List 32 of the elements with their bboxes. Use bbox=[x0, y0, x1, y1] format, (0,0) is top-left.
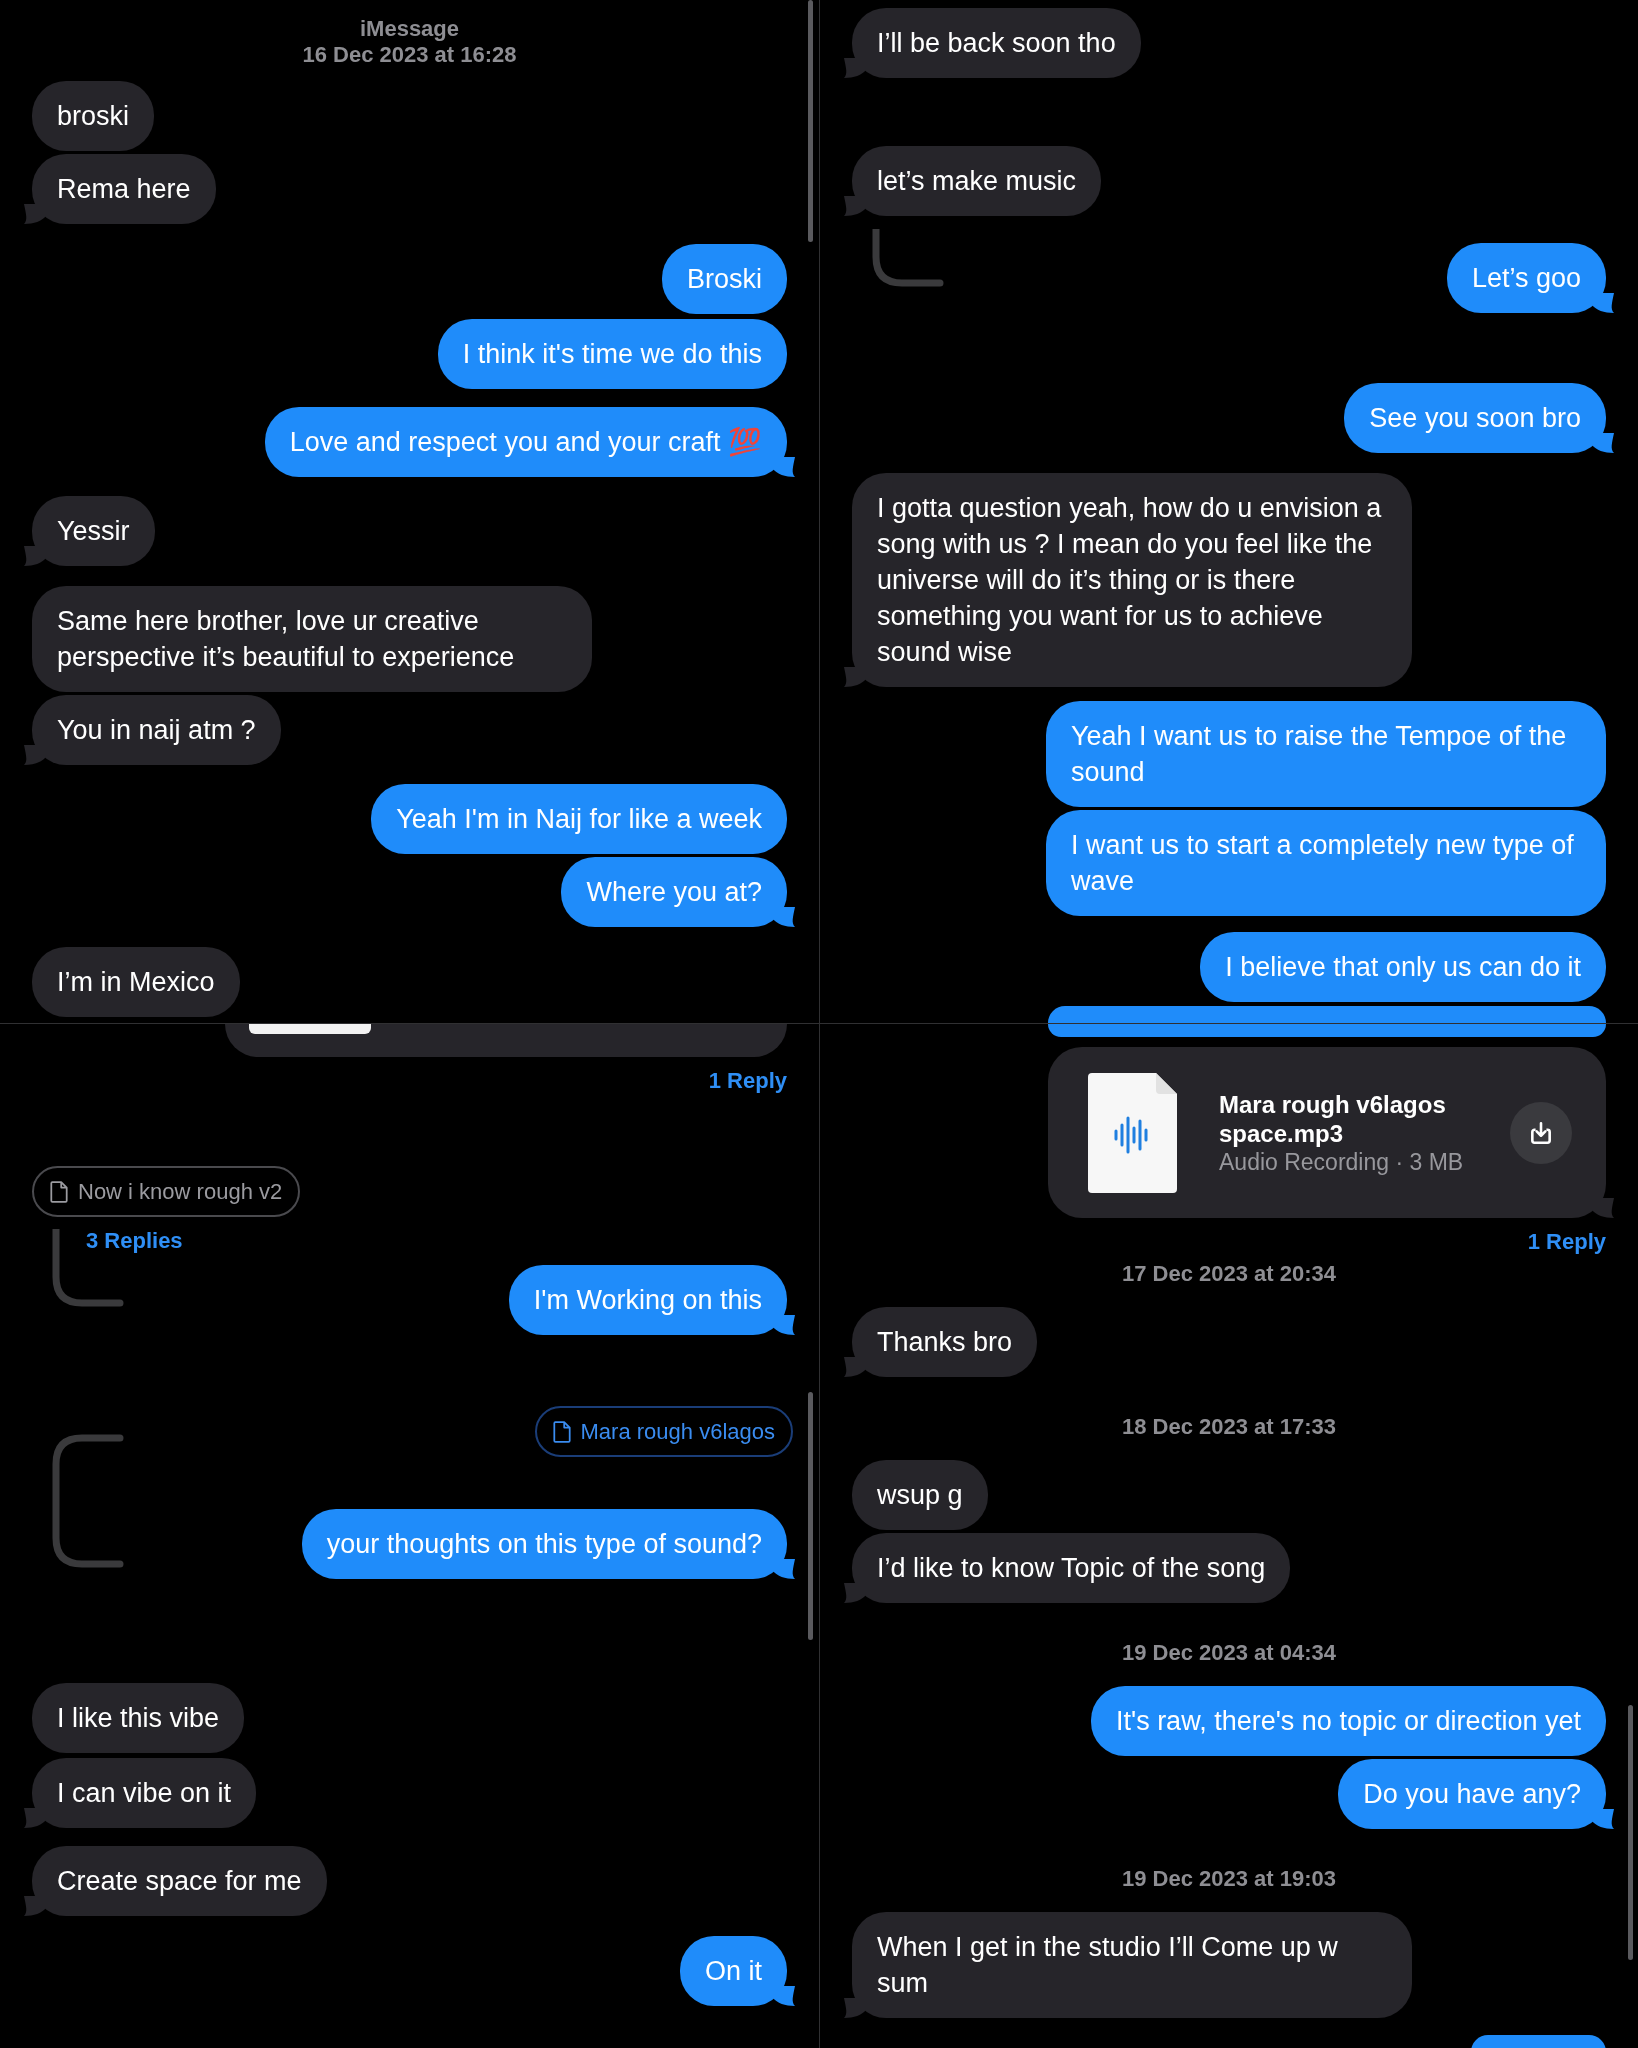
document-icon bbox=[50, 1180, 68, 1203]
message-bubble: Yeah I'm in Naij for like a week bbox=[371, 784, 787, 854]
message-bubble: I think it's time we do this bbox=[437, 319, 787, 389]
replies-link[interactable]: 1 Reply bbox=[708, 1068, 787, 1094]
message-bubble: It's raw, there's no topic or direction yet bbox=[1090, 1686, 1606, 1756]
file-details: Audio Recording · 3 MB bbox=[1219, 1147, 1465, 1176]
attachment-pill[interactable]: Now i know rough v2 bbox=[32, 1166, 301, 1217]
service-label: iMessage bbox=[359, 16, 460, 42]
download-icon bbox=[1528, 1119, 1554, 1146]
file-name: Mara rough v6lagos space.mp3 bbox=[1219, 1089, 1447, 1148]
replies-link[interactable]: 1 Reply bbox=[1527, 1229, 1606, 1255]
timestamp: 19 Dec 2023 at 04:34 bbox=[1121, 1640, 1337, 1666]
message-bubble: I’m in Mexico bbox=[32, 947, 240, 1017]
attachment-pill[interactable]: Mara rough v6lagos bbox=[534, 1406, 793, 1457]
timestamp: 18 Dec 2023 at 17:33 bbox=[1121, 1414, 1337, 1440]
message-bubble: Yeah I want us to raise the Tempoe of the sound bbox=[1046, 701, 1606, 807]
message-bubble: I like this vibe bbox=[32, 1683, 245, 1753]
replies-link[interactable]: 3 Replies bbox=[86, 1228, 183, 1254]
timestamp: 19 Dec 2023 at 19:03 bbox=[1121, 1866, 1337, 1892]
message-bubble: Broski bbox=[662, 244, 787, 314]
audio-file-icon bbox=[1088, 1072, 1177, 1193]
thread-line bbox=[872, 229, 944, 287]
audio-file-card[interactable]: Mara rough v6lagos space.mp3 Audio Recording · 3 MB bbox=[1048, 1047, 1606, 1218]
message-bubble: wsup g bbox=[852, 1460, 988, 1530]
timestamp: 17 Dec 2023 at 20:34 bbox=[1121, 1261, 1337, 1287]
document-icon bbox=[552, 1420, 571, 1443]
message-bubble: I believe that only us can do it bbox=[1200, 932, 1606, 1002]
bubble-tail bbox=[1592, 1198, 1614, 1218]
message-bubble: Same here brother, love ur creative perspective it’s beautiful to experience bbox=[32, 586, 592, 692]
message-bubble: I want us to start a completely new type of wave bbox=[1046, 810, 1606, 916]
timestamp: 16 Dec 2023 at 16:28 bbox=[302, 42, 517, 68]
message-bubble: broski bbox=[32, 81, 155, 151]
